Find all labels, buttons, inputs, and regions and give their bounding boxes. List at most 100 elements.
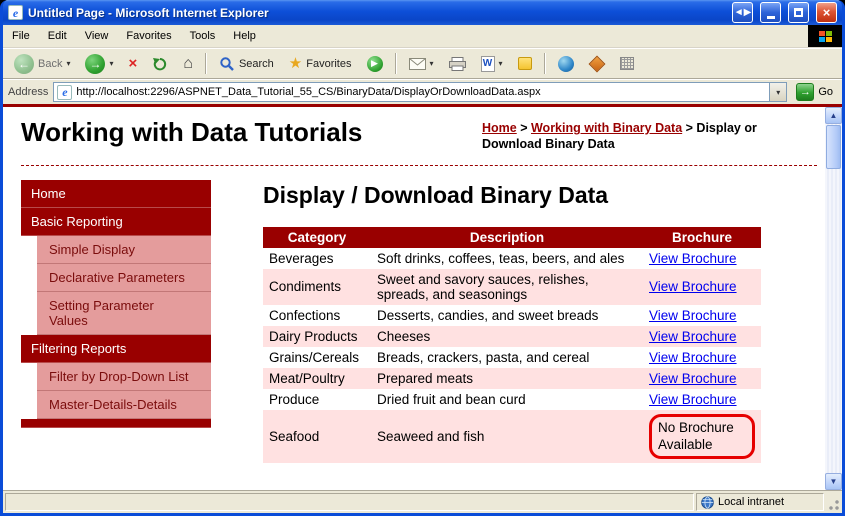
breadcrumb-separator: >: [682, 121, 696, 135]
brochure-cell: View Brochure: [643, 389, 761, 410]
print-button[interactable]: [443, 54, 472, 74]
main-content: Display / Download Binary Data CategoryD…: [263, 180, 817, 463]
windows-logo-icon: [819, 31, 832, 42]
view-brochure-link[interactable]: View Brochure: [649, 392, 737, 407]
title-bar[interactable]: e Untitled Page - Microsoft Internet Exp…: [3, 0, 842, 25]
scroll-down-button[interactable]: ▼: [825, 473, 842, 490]
web-page: Working with Data Tutorials Home > Worki…: [3, 107, 825, 490]
back-label: Back: [38, 58, 62, 70]
edit-dropdown-icon[interactable]: ▾: [499, 59, 503, 68]
status-message-panel: [5, 493, 694, 511]
description-cell: Prepared meats: [371, 368, 643, 389]
category-cell: Meat/Poultry: [263, 368, 371, 389]
breadcrumb-link[interactable]: Home: [482, 121, 517, 135]
sidebar-item[interactable]: Setting Parameter Values: [37, 292, 211, 335]
table-row: ProduceDried fruit and bean curdView Bro…: [263, 389, 761, 410]
view-brochure-link[interactable]: View Brochure: [649, 308, 737, 323]
menu-item-help[interactable]: Help: [224, 25, 265, 47]
edit-with-word-button[interactable]: W ▾: [475, 53, 509, 75]
address-label: Address: [8, 86, 48, 98]
minimize-icon: [767, 16, 775, 19]
site-title: Working with Data Tutorials: [21, 117, 362, 148]
sidebar-item[interactable]: Declarative Parameters: [37, 264, 211, 292]
sidebar-item[interactable]: Filter by Drop-Down List: [37, 363, 211, 391]
menu-brand-area: [808, 25, 842, 47]
description-cell: Desserts, candies, and sweet breads: [371, 305, 643, 326]
view-brochure-link[interactable]: View Brochure: [649, 251, 737, 266]
forward-button[interactable]: → ▾: [79, 51, 119, 77]
description-cell: Breads, crackers, pasta, and cereal: [371, 347, 643, 368]
go-icon: →: [796, 83, 814, 101]
address-url-text: http://localhost:2296/ASPNET_Data_Tutori…: [76, 86, 765, 98]
description-cell: Dried fruit and bean curd: [371, 389, 643, 410]
menu-item-edit[interactable]: Edit: [39, 25, 76, 47]
title-arrows-button[interactable]: ◄▶: [732, 2, 753, 23]
description-cell: Seaweed and fish: [371, 410, 643, 463]
resize-grip[interactable]: [826, 493, 840, 511]
view-brochure-link[interactable]: View Brochure: [649, 279, 737, 294]
search-icon: [219, 56, 235, 72]
maximize-button[interactable]: [788, 2, 809, 23]
home-button[interactable]: ⌂: [177, 53, 199, 75]
go-button[interactable]: → Go: [792, 83, 837, 101]
scroll-up-button[interactable]: ▲: [825, 107, 842, 124]
site-header: Working with Data Tutorials Home > Worki…: [21, 117, 817, 166]
favorites-button[interactable]: ★ Favorites: [283, 53, 358, 74]
vertical-scrollbar[interactable]: ▲ ▼: [825, 107, 842, 490]
refresh-icon: [152, 56, 168, 72]
toolbar-grid-button[interactable]: [614, 54, 640, 73]
favorites-label: Favorites: [306, 58, 351, 70]
sidebar-item[interactable]: Basic Reporting: [21, 208, 211, 236]
menu-item-favorites[interactable]: Favorites: [117, 25, 180, 47]
view-brochure-link[interactable]: View Brochure: [649, 329, 737, 344]
search-label: Search: [239, 58, 274, 70]
forward-dropdown-icon[interactable]: ▾: [109, 59, 113, 68]
scrollbar-thumb[interactable]: [826, 125, 841, 169]
sidebar-item[interactable]: Master-Details-Details: [37, 391, 211, 419]
browser-window: e Untitled Page - Microsoft Internet Exp…: [0, 0, 845, 516]
sidebar-item[interactable]: Filtering Reports: [21, 335, 211, 363]
brochure-cell: View Brochure: [643, 248, 761, 269]
menu-item-file[interactable]: File: [3, 25, 39, 47]
category-cell: Grains/Cereals: [263, 347, 371, 368]
messenger-button[interactable]: [552, 53, 580, 75]
sidebar-item[interactable]: Simple Display: [37, 236, 211, 264]
stop-icon: ×: [129, 56, 138, 71]
mail-dropdown-icon[interactable]: ▾: [430, 59, 434, 68]
sidebar-item[interactable]: [21, 419, 211, 428]
stop-button[interactable]: ×: [123, 53, 144, 74]
toolbar-separator: [544, 53, 546, 74]
status-bar: Local intranet: [3, 490, 842, 513]
brochure-cell: View Brochure: [643, 347, 761, 368]
menu-item-view[interactable]: View: [76, 25, 118, 47]
chevron-down-icon: ▾: [776, 88, 780, 97]
mail-button[interactable]: ▾: [403, 55, 440, 73]
view-brochure-link[interactable]: View Brochure: [649, 371, 737, 386]
sidebar-item[interactable]: Home: [21, 180, 211, 208]
standard-toolbar: ← Back ▾ → ▾ × ⌂ Search ★ Favorites ▶ ▾: [3, 48, 842, 79]
favorites-star-icon: ★: [289, 56, 302, 71]
address-input[interactable]: e http://localhost:2296/ASPNET_Data_Tuto…: [53, 82, 787, 102]
column-header: Description: [371, 227, 643, 248]
research-button[interactable]: [583, 55, 611, 73]
close-button[interactable]: ×: [816, 2, 837, 23]
minimize-button[interactable]: [760, 2, 781, 23]
globe-icon: [701, 496, 714, 509]
address-bar: Address e http://localhost:2296/ASPNET_D…: [3, 79, 842, 104]
brochure-cell: View Brochure: [643, 326, 761, 347]
breadcrumb: Home > Working with Binary Data > Displa…: [482, 120, 817, 153]
discuss-icon: [518, 57, 532, 70]
back-button[interactable]: ← Back ▾: [8, 51, 76, 77]
media-button[interactable]: ▶: [361, 53, 389, 75]
menu-item-tools[interactable]: Tools: [181, 25, 225, 47]
menu-bar: FileEditViewFavoritesToolsHelp: [3, 25, 842, 48]
breadcrumb-link[interactable]: Working with Binary Data: [531, 121, 682, 135]
view-brochure-link[interactable]: View Brochure: [649, 350, 737, 365]
table-header-row: CategoryDescriptionBrochure: [263, 227, 761, 248]
discuss-button[interactable]: [512, 54, 538, 73]
brochure-cell: View Brochure: [643, 269, 761, 305]
refresh-button[interactable]: [146, 53, 174, 75]
address-dropdown-button[interactable]: ▾: [769, 83, 786, 101]
search-button[interactable]: Search: [213, 53, 280, 75]
back-dropdown-icon[interactable]: ▾: [66, 59, 70, 68]
